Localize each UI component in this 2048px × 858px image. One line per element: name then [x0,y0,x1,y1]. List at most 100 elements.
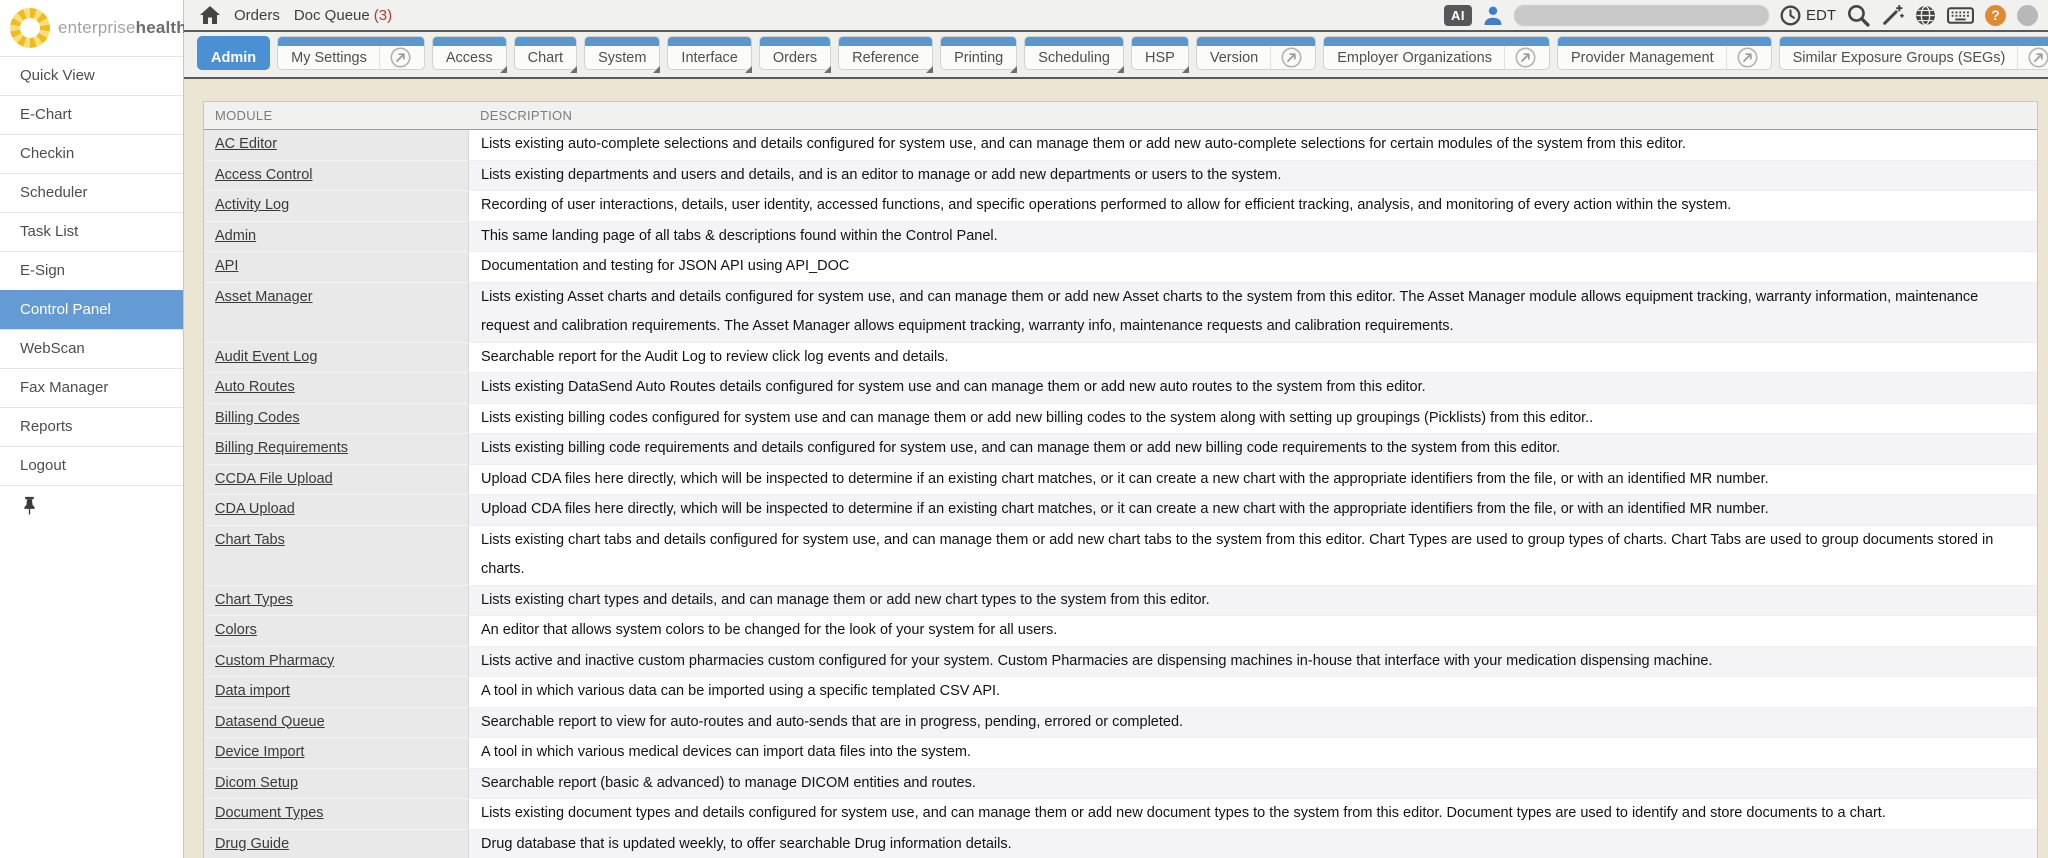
tab-label: Provider Management [1571,50,1714,66]
module-link[interactable]: Custom Pharmacy [215,653,334,669]
timezone-button[interactable]: EDT [1780,5,1836,26]
table-row-activity-log: Activity Log Recording of user interacti… [204,191,2037,222]
module-link[interactable]: Audit Event Log [215,349,317,365]
ai-badge[interactable]: AI [1444,5,1472,26]
module-link[interactable]: Colors [215,622,257,638]
module-link[interactable]: Billing Codes [215,410,300,426]
sidebar-item-scheduler[interactable]: Scheduler [0,173,183,212]
sidebar-item-reports[interactable]: Reports [0,407,183,446]
module-link[interactable]: API [215,258,238,274]
module-link[interactable]: Chart Tabs [215,532,285,548]
tab-label: Version [1210,50,1258,66]
module-link[interactable]: Document Types [215,805,324,821]
module-link[interactable]: Auto Routes [215,379,295,395]
dropdown-fold-icon [745,66,752,73]
module-link[interactable]: Dicom Setup [215,775,298,791]
sidebar-item-task-list[interactable]: Task List [0,212,183,251]
table-row-colors: Colors An editor that allows system colo… [204,616,2037,647]
open-link-icon [1737,47,1758,68]
sidebar-item-webscan[interactable]: WebScan [0,329,183,368]
logo-text: enterprisehealth [58,18,187,38]
tab-divider [379,46,380,69]
home-icon[interactable] [200,6,220,24]
module-link[interactable]: Access Control [215,167,313,183]
module-link[interactable]: Billing Requirements [215,440,348,456]
help-icon[interactable]: ? [1985,5,2006,26]
sidebar-menu: Quick ViewE-ChartCheckinSchedulerTask Li… [0,56,183,485]
keyboard-icon[interactable] [1947,7,1974,24]
sidebar-item-e-sign[interactable]: E-Sign [0,251,183,290]
sidebar-item-e-chart[interactable]: E-Chart [0,95,183,134]
module-description: Recording of user interactions, details,… [469,191,2037,222]
tab-my-settings[interactable]: My Settings [277,36,425,70]
sidebar-item-quick-view[interactable]: Quick View [0,56,183,95]
tab-divider [1504,46,1505,69]
tab-label: Chart [528,50,563,66]
module-link[interactable]: Asset Manager [215,289,313,305]
wand-icon[interactable] [1881,4,1904,27]
module-description: Searchable report (basic & advanced) to … [469,769,2037,800]
search-icon[interactable] [1847,4,1870,27]
tab-admin[interactable]: Admin [197,36,270,70]
tab-provider-management[interactable]: Provider Management [1557,36,1772,70]
globe-icon[interactable] [1915,5,1936,26]
tab-label: My Settings [291,50,367,66]
tab-system[interactable]: System [584,36,660,70]
module-description: Searchable report for the Audit Log to r… [469,343,2037,374]
tab-chart[interactable]: Chart [514,36,577,70]
table-row-billing-codes: Billing Codes Lists existing billing cod… [204,404,2037,435]
sidebar-item-logout[interactable]: Logout [0,446,183,485]
module-link[interactable]: CCDA File Upload [215,471,333,487]
table-row-dicom-setup: Dicom Setup Searchable report (basic & a… [204,769,2037,800]
user-icon[interactable] [1483,5,1503,25]
module-table: MODULE DESCRIPTION AC Editor Lists exist… [203,101,2038,858]
tab-employer-organizations[interactable]: Employer Organizations [1323,36,1550,70]
table-row-cda-upload: CDA Upload Upload CDA files here directl… [204,495,2037,526]
table-row-datasend-queue: Datasend Queue Searchable report to view… [204,708,2037,739]
tab-label: Similar Exposure Groups (SEGs) [1793,50,2006,66]
module-description: Upload CDA files here directly, which wi… [469,465,2037,496]
table-row-custom-pharmacy: Custom Pharmacy Lists active and inactiv… [204,647,2037,678]
sidebar-pin-row[interactable] [0,485,183,524]
module-description: Lists existing document types and detail… [469,799,2037,830]
module-description: Lists existing billing code requirements… [469,434,2037,465]
tab-interface[interactable]: Interface [667,36,751,70]
tab-label: Orders [773,50,817,66]
open-link-icon [2028,47,2048,68]
module-link[interactable]: CDA Upload [215,501,295,517]
tab-reference[interactable]: Reference [838,36,933,70]
avatar-circle[interactable] [2017,5,2038,26]
sidebar-item-checkin[interactable]: Checkin [0,134,183,173]
table-body: AC Editor Lists existing auto-complete s… [204,130,2037,858]
dropdown-fold-icon [570,66,577,73]
module-description: Lists existing chart types and details, … [469,586,2037,617]
module-link[interactable]: Device Import [215,744,304,760]
module-link[interactable]: AC Editor [215,136,277,152]
module-link[interactable]: Datasend Queue [215,714,325,730]
content-area: MODULE DESCRIPTION AC Editor Lists exist… [184,79,2048,858]
breadcrumb-doc-queue[interactable]: Doc Queue(3) [294,7,392,24]
redacted-username [1514,5,1769,26]
tab-label: Admin [211,50,256,66]
module-description: Lists existing billing codes configured … [469,404,2037,435]
module-link[interactable]: Chart Types [215,592,293,608]
tab-similar-exposure-groups-segs[interactable]: Similar Exposure Groups (SEGs) [1779,36,2048,70]
tab-orders[interactable]: Orders [759,36,831,70]
breadcrumb-orders[interactable]: Orders [234,7,280,24]
module-link[interactable]: Activity Log [215,197,289,213]
dropdown-fold-icon [1117,66,1124,73]
module-link[interactable]: Drug Guide [215,836,289,852]
dropdown-fold-icon [1182,66,1189,73]
tab-access[interactable]: Access [432,36,507,70]
tab-version[interactable]: Version [1196,36,1316,70]
tab-scheduling[interactable]: Scheduling [1024,36,1124,70]
tab-label: Printing [954,50,1003,66]
module-link[interactable]: Admin [215,228,256,244]
sidebar-item-fax-manager[interactable]: Fax Manager [0,368,183,407]
tab-printing[interactable]: Printing [940,36,1017,70]
open-link-icon [1281,47,1302,68]
sidebar-item-control-panel[interactable]: Control Panel [0,290,183,329]
tab-label: System [598,50,646,66]
tab-hsp[interactable]: HSP [1131,36,1189,70]
module-link[interactable]: Data import [215,683,290,699]
